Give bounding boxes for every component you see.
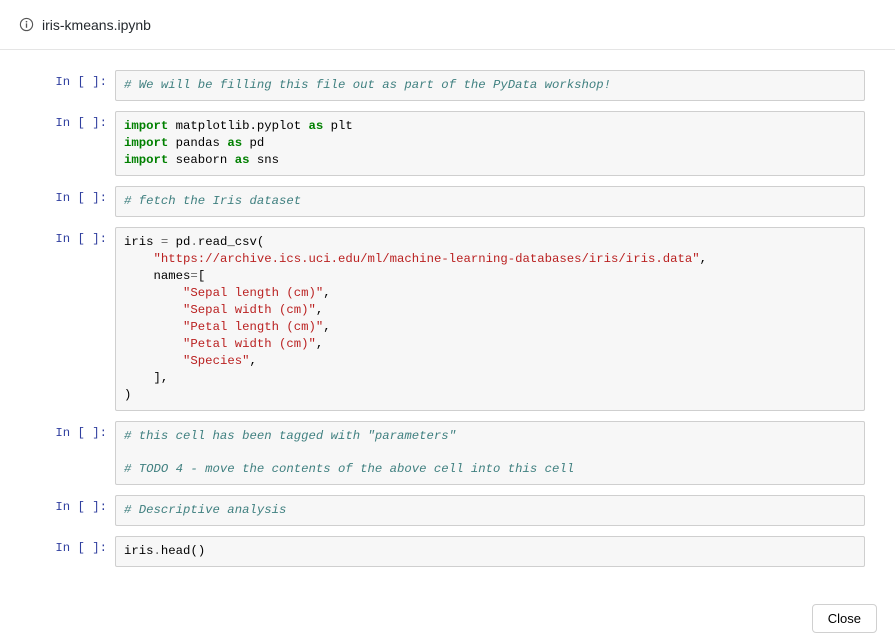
text: read_csv [198, 235, 257, 249]
code-cell[interactable]: In [ ]: iris.head() [10, 536, 865, 567]
text: sns [249, 153, 279, 167]
comma: , [161, 371, 168, 385]
dialog-footer: Close [812, 604, 877, 633]
code-cell[interactable]: In [ ]: iris = pd.read_csv( "https://arc… [10, 227, 865, 411]
comment: # this cell has been tagged with "parame… [124, 429, 456, 443]
indent [124, 354, 183, 368]
string: "Species" [183, 354, 249, 368]
info-icon [18, 17, 34, 33]
bracket: [ [198, 269, 205, 283]
bracket: ] [154, 371, 161, 385]
indent [124, 337, 183, 351]
text: iris [124, 544, 154, 558]
keyword: as [309, 119, 324, 133]
code-input[interactable]: # this cell has been tagged with "parame… [115, 421, 865, 486]
text: pandas [168, 136, 227, 150]
comment: # Descriptive analysis [124, 503, 286, 517]
file-header: iris-kmeans.ipynb [0, 0, 895, 50]
keyword: import [124, 119, 168, 133]
string: "Sepal width (cm)" [183, 303, 316, 317]
text: head [161, 544, 191, 558]
comment: # We will be filling this file out as pa… [124, 78, 611, 92]
keyword: as [227, 136, 242, 150]
input-prompt: In [ ]: [10, 421, 115, 440]
text: plt [323, 119, 353, 133]
paren: ( [257, 235, 264, 249]
string: "Sepal length (cm)" [183, 286, 323, 300]
text: iris [124, 235, 161, 249]
paren: ) [124, 388, 131, 402]
code-input[interactable]: # Descriptive analysis [115, 495, 865, 526]
code-input[interactable]: import matplotlib.pyplot as plt import p… [115, 111, 865, 176]
paren: () [190, 544, 205, 558]
close-button[interactable]: Close [812, 604, 877, 633]
text: names [124, 269, 190, 283]
comma: , [316, 303, 323, 317]
input-prompt: In [ ]: [10, 111, 115, 130]
keyword: as [235, 153, 250, 167]
comma: , [323, 286, 330, 300]
comma: , [323, 320, 330, 334]
code-input[interactable]: # We will be filling this file out as pa… [115, 70, 865, 101]
keyword: import [124, 136, 168, 150]
comma: , [249, 354, 256, 368]
indent [124, 320, 183, 334]
input-prompt: In [ ]: [10, 186, 115, 205]
code-cell[interactable]: In [ ]: # this cell has been tagged with… [10, 421, 865, 486]
input-prompt: In [ ]: [10, 70, 115, 89]
code-cell[interactable]: In [ ]: import matplotlib.pyplot as plt … [10, 111, 865, 176]
code-input[interactable]: iris.head() [115, 536, 865, 567]
input-prompt: In [ ]: [10, 495, 115, 514]
keyword: import [124, 153, 168, 167]
code-input[interactable]: iris = pd.read_csv( "https://archive.ics… [115, 227, 865, 411]
indent [124, 303, 183, 317]
text: pd [242, 136, 264, 150]
input-prompt: In [ ]: [10, 227, 115, 246]
operator: . [154, 544, 161, 558]
comma: , [700, 252, 707, 266]
notebook-viewport[interactable]: In [ ]: # We will be filling this file o… [0, 50, 895, 590]
string: "Petal length (cm)" [183, 320, 323, 334]
code-cell[interactable]: In [ ]: # We will be filling this file o… [10, 70, 865, 101]
text: matplotlib.pyplot [168, 119, 308, 133]
operator: . [190, 235, 197, 249]
comma: , [316, 337, 323, 351]
code-cell[interactable]: In [ ]: # fetch the Iris dataset [10, 186, 865, 217]
code-input[interactable]: # fetch the Iris dataset [115, 186, 865, 217]
text: pd [168, 235, 190, 249]
input-prompt: In [ ]: [10, 536, 115, 555]
indent [124, 252, 154, 266]
comment: # fetch the Iris dataset [124, 194, 301, 208]
indent [124, 286, 183, 300]
comment: # TODO 4 - move the contents of the abov… [124, 462, 574, 476]
text: seaborn [168, 153, 234, 167]
indent [124, 371, 154, 385]
operator: = [190, 269, 197, 283]
filename: iris-kmeans.ipynb [42, 17, 151, 33]
string: "https://archive.ics.uci.edu/ml/machine-… [154, 252, 700, 266]
code-cell[interactable]: In [ ]: # Descriptive analysis [10, 495, 865, 526]
string: "Petal width (cm)" [183, 337, 316, 351]
